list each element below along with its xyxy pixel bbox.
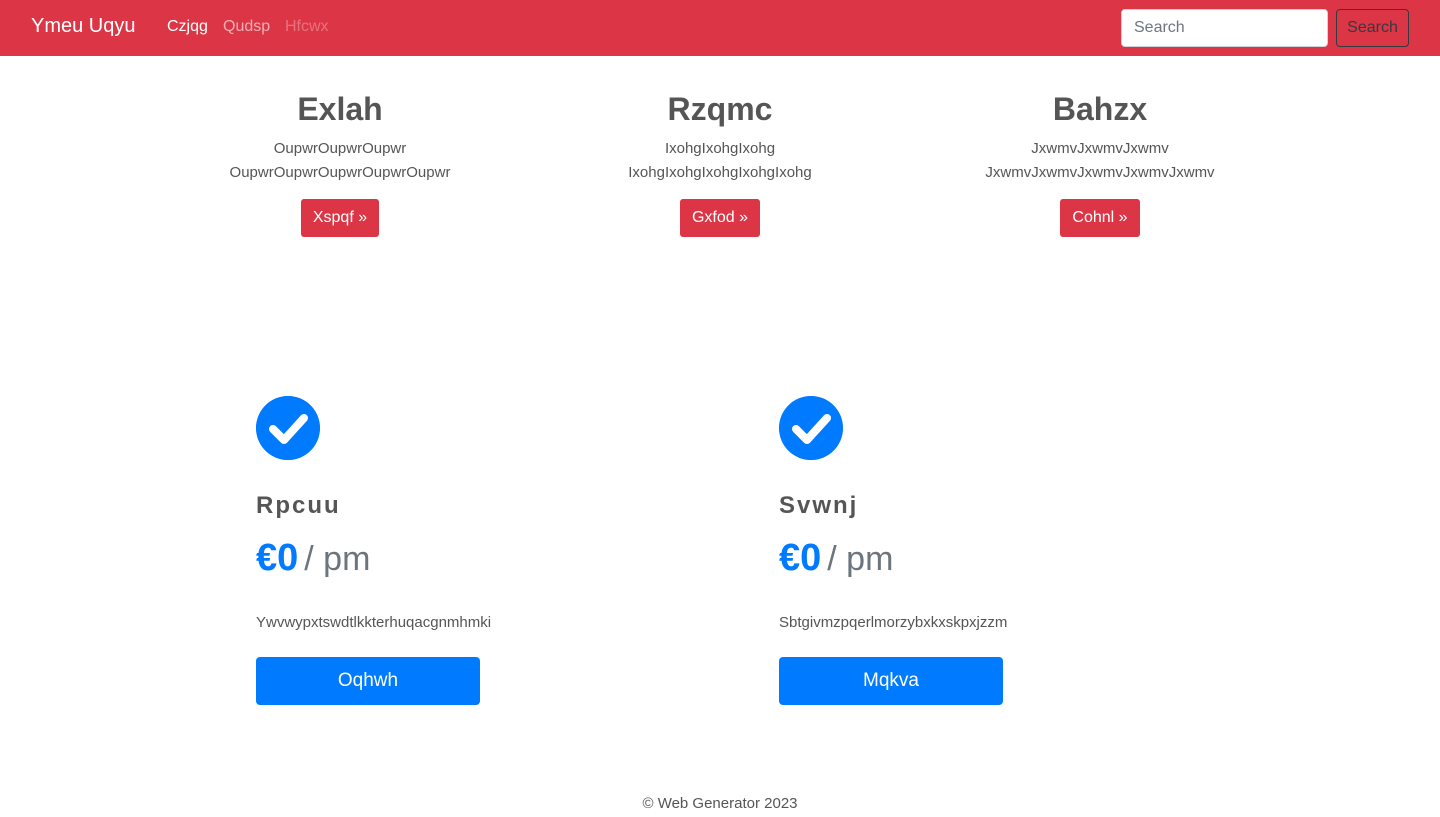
plan-button[interactable]: Oqhwh <box>256 657 480 705</box>
plan-name: Svwnj <box>779 492 859 519</box>
brand-logo[interactable]: Ymeu Uqyu <box>31 15 136 38</box>
pricing-plan: Svwnj €0/ pm Sbtgivmzpqerlmorzybxkxskpxj… <box>779 396 1079 705</box>
footer-text: © Web Generator 2023 <box>642 795 798 812</box>
feature-button[interactable]: Cohnl » <box>1060 199 1140 237</box>
feature-description-line: IxohgIxohgIxohg <box>664 140 776 157</box>
plan-description: Sbtgivmzpqerlmorzybxkxskpxjzzm <box>779 614 1008 631</box>
feature-description-line: OupwrOupwrOupwrOupwrOupwr <box>229 164 451 181</box>
feature-description-line: IxohgIxohgIxohgIxohgIxohg <box>628 164 812 181</box>
feature-card: Bahzx JxwmvJxwmvJxwmv JxwmvJxwmvJxwmvJxw… <box>910 88 1290 237</box>
feature-description: JxwmvJxwmvJxwmv JxwmvJxwmvJxwmvJxwmvJxwm… <box>910 137 1290 185</box>
plan-price: €0 <box>779 537 822 579</box>
pricing-plan: Rpcuu €0/ pm Ywvwypxtswdtlkkterhuqacgnmh… <box>256 396 556 705</box>
nav-link-hfcwx: Hfcwx <box>285 18 329 35</box>
search-button[interactable]: Search <box>1336 9 1409 47</box>
feature-description: OupwrOupwrOupwr OupwrOupwrOupwrOupwrOupw… <box>150 137 530 185</box>
plan-price-row: €0/ pm <box>779 536 1079 588</box>
feature-button[interactable]: Xspqf » <box>300 199 380 237</box>
feature-card: Rzqmc IxohgIxohgIxohg IxohgIxohgIxohgIxo… <box>530 88 910 237</box>
feature-title: Exlah <box>297 91 383 127</box>
search-input[interactable] <box>1121 9 1328 47</box>
plan-button[interactable]: Mqkva <box>779 657 1003 705</box>
feature-title: Rzqmc <box>667 91 773 127</box>
plan-period: / pm <box>304 540 371 578</box>
plan-period: / pm <box>827 540 894 578</box>
feature-card: Exlah OupwrOupwrOupwr OupwrOupwrOupwrOup… <box>150 88 530 237</box>
plan-description: Ywvwypxtswdtlkkterhuqacgnmhmki <box>256 614 492 631</box>
plan-price: €0 <box>256 537 299 579</box>
plan-name: Rpcuu <box>256 492 341 519</box>
feature-button[interactable]: Gxfod » <box>679 199 761 237</box>
feature-title: Bahzx <box>1052 91 1148 127</box>
nav-link-qudsp[interactable]: Qudsp <box>223 18 270 36</box>
feature-description: IxohgIxohgIxohg IxohgIxohgIxohgIxohgIxoh… <box>530 137 910 185</box>
feature-description-line: JxwmvJxwmvJxwmvJxwmvJxwmv <box>985 164 1215 181</box>
check-circle-icon <box>779 396 843 460</box>
feature-description-line: OupwrOupwrOupwr <box>273 140 407 157</box>
plan-price-row: €0/ pm <box>256 536 556 588</box>
navbar: Ymeu Uqyu Czjqg Qudsp Hfcwx Search <box>0 0 1440 56</box>
feature-description-line: JxwmvJxwmvJxwmv <box>1031 140 1169 157</box>
nav-link-czjqg[interactable]: Czjqg <box>167 18 208 36</box>
check-circle-icon <box>256 396 320 460</box>
